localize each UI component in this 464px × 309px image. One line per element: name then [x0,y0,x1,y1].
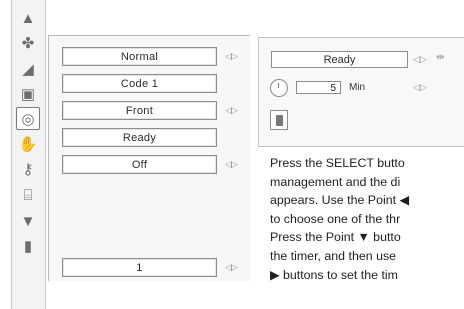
input-icon[interactable]: ▲ [16,7,40,29]
move-arrows-icon: ⇹ [436,52,445,63]
setting-value-code[interactable]: Code 1 [62,74,217,93]
left-right-arrows-icon[interactable]: ◁▷ [222,260,240,274]
setting-value-number[interactable]: 1 [62,258,217,277]
lamp-bulb-icon[interactable]: ◎ [16,107,40,130]
exit-icon[interactable] [270,110,288,130]
left-right-arrows-icon[interactable]: ◁▷ [222,103,240,117]
screen-icon[interactable]: ▣ [16,83,40,105]
instruction-line: to choose one of the thr [270,211,401,226]
exit-door-icon[interactable]: ▮ [16,235,40,257]
image-adjust-icon[interactable]: ◢ [16,58,40,80]
timer-value-field[interactable]: 5 [296,81,341,94]
hand-settings-icon[interactable]: ✋ [16,133,40,155]
instruction-line: the timer, and then use [270,248,397,263]
left-right-arrows-icon[interactable]: ◁▷ [413,82,433,93]
left-right-arrows-icon[interactable]: ◁▷ [413,52,433,66]
left-right-arrows-icon[interactable]: ◁▷ [222,49,240,63]
instruction-line: Press the Point ▼ butto [270,230,401,245]
setting-value-front[interactable]: Front [62,101,217,120]
instruction-line: management and the di [270,174,401,189]
left-right-arrows-icon[interactable]: ◁▷ [222,157,240,171]
setting-value-off[interactable]: Off [62,155,217,174]
menu-icon-column: ▲ ✤ ◢ ▣ ◎ ✋ ⚷ ⌸ ▼ ▮ [11,0,46,309]
setting-value-normal[interactable]: Normal [62,47,217,66]
instruction-line: ▶ buttons to set the tim [270,267,398,282]
instruction-text: Press the SELECT butto management and th… [270,154,464,284]
timer-icon [270,79,288,97]
timer-unit-label: Min [349,82,366,93]
setting-value-ready[interactable]: Ready [62,128,217,147]
network-icon[interactable]: ⌸ [16,184,40,206]
instruction-line: Press the SELECT butto [270,156,405,170]
filter-arrow-icon[interactable]: ▼ [16,210,40,232]
power-management-status[interactable]: Ready [271,51,408,68]
key-icon[interactable]: ⚷ [16,158,40,180]
instruction-line: appears. Use the Point ◀ [270,193,410,208]
fan-icon[interactable]: ✤ [16,32,40,54]
